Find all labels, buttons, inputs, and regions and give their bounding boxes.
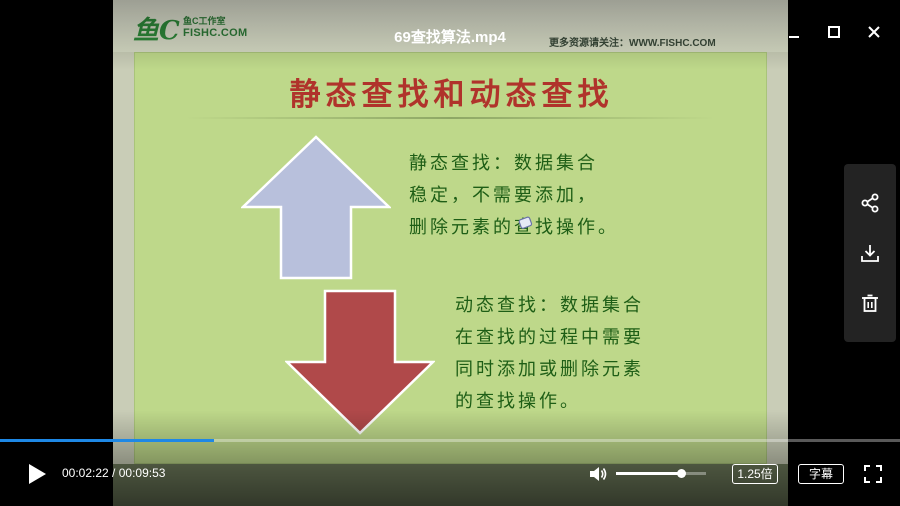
close-icon xyxy=(868,26,880,38)
slide-footer xyxy=(113,464,788,506)
static-line: 稳定，不需要添加， xyxy=(409,185,598,206)
volume-slider[interactable] xyxy=(616,469,706,478)
down-arrow-icon xyxy=(285,289,435,435)
title-divider xyxy=(185,117,715,119)
pointer-cursor-icon xyxy=(518,216,533,229)
progress-bar[interactable] xyxy=(0,439,900,442)
volume-handle[interactable] xyxy=(676,469,686,478)
share-button[interactable] xyxy=(858,191,882,215)
play-icon xyxy=(29,464,46,484)
share-icon xyxy=(861,193,879,213)
close-button[interactable] xyxy=(864,22,884,42)
static-line: 删除元素的查找操作。 xyxy=(409,217,619,238)
play-button[interactable] xyxy=(26,462,48,486)
dynamic-search-text: 动态查找：数据集合 在查找的过程中需要 同时添加或删除元素 的查找操作。 xyxy=(455,290,644,418)
slide-title: 静态查找和动态查找 xyxy=(289,77,614,113)
video-frame[interactable]: 鱼C 鱼C工作室 FISHC.COM 更多资源请关注：WWW.FISHC.COM… xyxy=(113,0,788,506)
dynamic-line: 的查找操作。 xyxy=(455,391,581,412)
video-title: 69查找算法.mp4 xyxy=(394,29,506,46)
download-button[interactable] xyxy=(858,241,882,265)
static-line: 静态查找：数据集合 xyxy=(409,153,598,174)
delete-icon xyxy=(862,294,878,312)
volume-level xyxy=(616,472,681,475)
time-separator: / xyxy=(108,466,119,480)
minimize-icon xyxy=(789,36,799,38)
download-icon xyxy=(861,245,879,262)
side-action-panel xyxy=(844,164,896,342)
dynamic-line: 动态查找：数据集合 xyxy=(455,295,644,316)
up-arrow-icon xyxy=(241,135,391,280)
maximize-icon xyxy=(828,26,840,38)
time-display: 00:02:22 / 00:09:53 xyxy=(62,466,165,480)
delete-button[interactable] xyxy=(858,291,882,315)
static-search-text: 静态查找：数据集合 稳定，不需要添加， 删除元素的查找操作。 xyxy=(409,148,619,244)
fullscreen-icon xyxy=(864,465,882,483)
progress-played xyxy=(0,439,215,442)
maximize-button[interactable] xyxy=(824,22,844,42)
minimize-button[interactable] xyxy=(784,22,804,42)
total-duration: 00:09:53 xyxy=(118,466,166,480)
volume-icon xyxy=(590,467,607,481)
volume-button[interactable] xyxy=(588,464,608,484)
dynamic-line: 在查找的过程中需要 xyxy=(455,327,644,348)
subtitle-button[interactable]: 字幕 xyxy=(798,464,844,484)
fullscreen-button[interactable] xyxy=(864,465,882,483)
current-time: 00:02:22 xyxy=(62,466,109,480)
slide-content: 静态查找和动态查找 静态查找：数据集合 稳定，不需要添加， 删除元素的查找操作。… xyxy=(134,52,767,464)
playback-speed-button[interactable]: 1.25倍 xyxy=(732,464,778,484)
dynamic-line: 同时添加或删除元素 xyxy=(455,359,644,380)
